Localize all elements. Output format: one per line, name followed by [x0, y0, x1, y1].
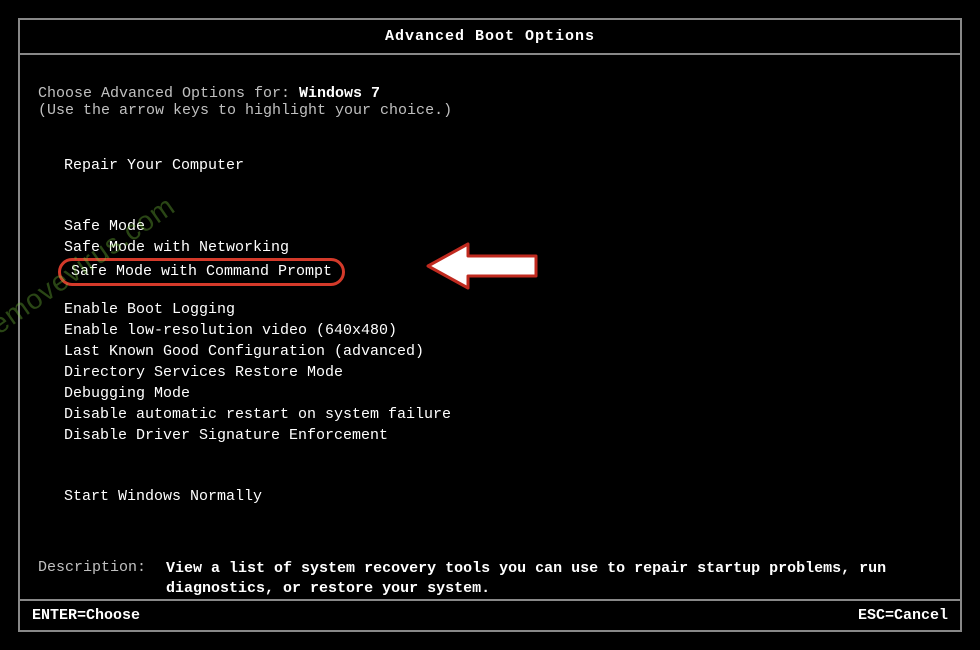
- page-title: Advanced Boot Options: [385, 28, 595, 45]
- option-debugging-mode[interactable]: Debugging Mode: [58, 383, 196, 405]
- footer-bar: ENTER=Choose ESC=Cancel: [20, 599, 960, 630]
- title-bar: Advanced Boot Options: [20, 20, 960, 55]
- description-block: Description: View a list of system recov…: [38, 559, 942, 599]
- option-safe-mode[interactable]: Safe Mode: [58, 216, 151, 238]
- option-low-res-video[interactable]: Enable low-resolution video (640x480): [58, 320, 403, 342]
- option-disable-auto-restart[interactable]: Disable automatic restart on system fail…: [58, 404, 457, 426]
- os-name: Windows 7: [299, 85, 380, 102]
- description-text: View a list of system recovery tools you…: [166, 559, 942, 599]
- content-area: Choose Advanced Options for: Windows 7 (…: [20, 55, 960, 599]
- option-safe-mode-cmd[interactable]: Safe Mode with Command Prompt: [58, 258, 345, 286]
- description-label: Description:: [38, 559, 146, 599]
- footer-enter-hint: ENTER=Choose: [32, 607, 140, 624]
- option-start-windows-normally[interactable]: Start Windows Normally: [58, 486, 268, 508]
- option-safe-mode-networking[interactable]: Safe Mode with Networking: [58, 237, 295, 259]
- option-last-known-good[interactable]: Last Known Good Configuration (advanced): [58, 341, 430, 363]
- boot-options-frame: Advanced Boot Options Choose Advanced Op…: [18, 18, 962, 632]
- option-dsrm[interactable]: Directory Services Restore Mode: [58, 362, 349, 384]
- choose-line: Choose Advanced Options for: Windows 7: [38, 85, 942, 102]
- footer-esc-hint: ESC=Cancel: [858, 607, 948, 624]
- hint-line: (Use the arrow keys to highlight your ch…: [38, 102, 942, 119]
- options-list: Repair Your Computer Safe Mode Safe Mode…: [58, 155, 942, 507]
- choose-prefix: Choose Advanced Options for:: [38, 85, 299, 102]
- option-repair-computer[interactable]: Repair Your Computer: [58, 155, 250, 177]
- option-disable-driver-sig[interactable]: Disable Driver Signature Enforcement: [58, 425, 394, 447]
- option-boot-logging[interactable]: Enable Boot Logging: [58, 299, 241, 321]
